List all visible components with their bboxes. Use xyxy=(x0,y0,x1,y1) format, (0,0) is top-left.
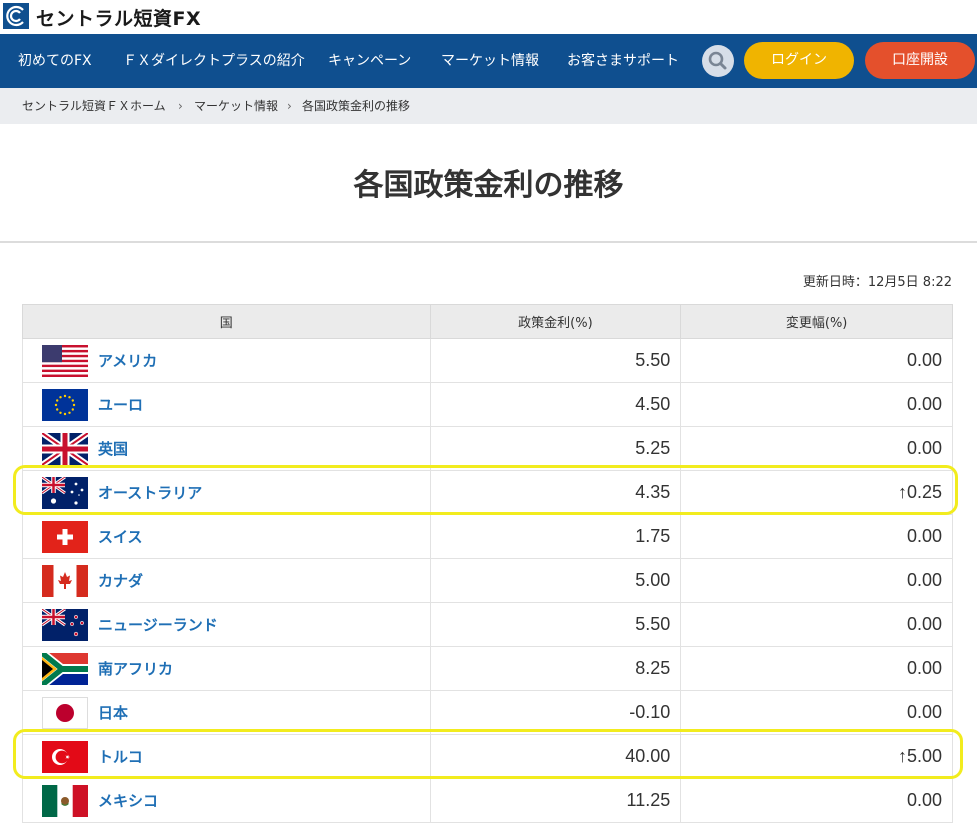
nav-market-info[interactable]: マーケット情報 xyxy=(441,34,539,88)
open-account-button[interactable]: 口座開設 xyxy=(865,42,975,79)
mx-flag-icon xyxy=(42,784,88,817)
table-row: メキシコ 11.25 0.00 xyxy=(22,778,953,823)
za-flag-icon xyxy=(39,648,88,689)
search-icon xyxy=(708,51,727,70)
country-link[interactable]: 南アフリカ xyxy=(98,658,173,679)
country-link[interactable]: 日本 xyxy=(98,702,128,723)
country-link[interactable]: スイス xyxy=(98,526,143,547)
change-cell: 0.00 xyxy=(680,778,953,823)
breadcrumb: セントラル短資ＦＸホーム › マーケット情報 › 各国政策金利の推移 xyxy=(0,88,977,124)
nav-beginners[interactable]: 初めてのFX xyxy=(18,34,92,88)
table-row: アメリカ 5.50 0.00 xyxy=(22,338,953,383)
rate-cell: 5.50 xyxy=(429,602,682,647)
brand-name[interactable]: セントラル短資FX xyxy=(36,4,201,31)
highlight-turkey xyxy=(13,729,963,779)
logo-bar: セントラル短資FX xyxy=(0,0,977,34)
country-link[interactable]: ユーロ xyxy=(98,394,143,415)
highlight-australia xyxy=(13,465,958,515)
country-cell: カナダ xyxy=(22,558,431,603)
country-cell: アメリカ xyxy=(22,338,431,383)
ch-flag-icon xyxy=(42,520,88,553)
rate-cell: 1.75 xyxy=(429,514,682,559)
header-country: 国 xyxy=(22,304,431,339)
table-header-row: 国 政策金利(%) 変更幅(%) xyxy=(22,304,953,339)
table-row: カナダ 5.00 0.00 xyxy=(22,558,953,603)
country-cell: ニュージーランド xyxy=(22,602,431,647)
header-change: 変更幅(%) xyxy=(680,304,953,339)
eu-flag-icon xyxy=(42,388,88,421)
jp-flag-icon xyxy=(42,696,88,729)
rate-cell: 5.50 xyxy=(429,338,682,383)
nav-fx-direct-plus[interactable]: ＦＸダイレクトプラスの紹介 xyxy=(123,34,305,88)
country-cell: スイス xyxy=(22,514,431,559)
rate-cell: 8.25 xyxy=(429,646,682,691)
search-button[interactable] xyxy=(702,45,734,77)
us-flag-icon xyxy=(42,344,88,377)
updated-timestamp: 更新日時：12月5日 8:22 xyxy=(802,275,952,290)
change-cell: 0.00 xyxy=(680,426,953,471)
nz-flag-icon xyxy=(41,607,88,641)
country-cell: 日本 xyxy=(22,690,431,735)
change-cell: 0.00 xyxy=(680,690,953,735)
change-cell: 0.00 xyxy=(680,514,953,559)
rate-cell: 11.25 xyxy=(429,778,682,823)
table-row: ニュージーランド 5.50 0.00 xyxy=(22,602,953,647)
table-row: ユーロ 4.50 0.00 xyxy=(22,382,953,427)
header-rate: 政策金利(%) xyxy=(429,304,682,339)
change-cell: 0.00 xyxy=(680,602,953,647)
rate-cell: 5.00 xyxy=(429,558,682,603)
change-cell: 0.00 xyxy=(680,382,953,427)
table-row: 南アフリカ 8.25 0.00 xyxy=(22,646,953,691)
country-cell: 英国 xyxy=(22,426,431,471)
page-title: 各国政策金利の推移 xyxy=(353,168,624,203)
table-row: 日本 -0.10 0.00 xyxy=(22,690,953,735)
table-row: 英国 5.25 0.00 xyxy=(22,426,953,471)
table-row: スイス 1.75 0.00 xyxy=(22,514,953,559)
change-cell: 0.00 xyxy=(680,558,953,603)
breadcrumb-home[interactable]: セントラル短資ＦＸホーム xyxy=(22,88,166,124)
rate-cell: -0.10 xyxy=(429,690,682,735)
brand-logo-icon[interactable] xyxy=(3,3,29,29)
country-link[interactable]: ニュージーランド xyxy=(98,614,218,635)
change-cell: 0.00 xyxy=(680,646,953,691)
country-link[interactable]: 英国 xyxy=(98,438,128,459)
chevron-right-icon: › xyxy=(287,99,292,113)
country-link[interactable]: メキシコ xyxy=(98,790,158,811)
country-cell: ユーロ xyxy=(22,382,431,427)
rate-cell: 4.50 xyxy=(429,382,682,427)
country-link[interactable]: アメリカ xyxy=(98,350,157,371)
ca-flag-icon xyxy=(42,564,88,597)
change-cell: 0.00 xyxy=(680,338,953,383)
country-link[interactable]: カナダ xyxy=(98,570,143,591)
country-cell: 南アフリカ xyxy=(22,646,431,691)
nav-campaign[interactable]: キャンペーン xyxy=(328,34,411,88)
uk-flag-icon xyxy=(40,430,90,467)
rate-cell: 5.25 xyxy=(429,426,682,471)
breadcrumb-market-info[interactable]: マーケット情報 xyxy=(194,88,278,124)
nav-support[interactable]: お客さまサポート xyxy=(567,34,679,88)
chevron-right-icon: › xyxy=(178,99,183,113)
country-cell: メキシコ xyxy=(22,778,431,823)
breadcrumb-current: 各国政策金利の推移 xyxy=(302,99,411,113)
divider xyxy=(0,241,977,243)
login-button[interactable]: ログイン xyxy=(744,42,854,79)
